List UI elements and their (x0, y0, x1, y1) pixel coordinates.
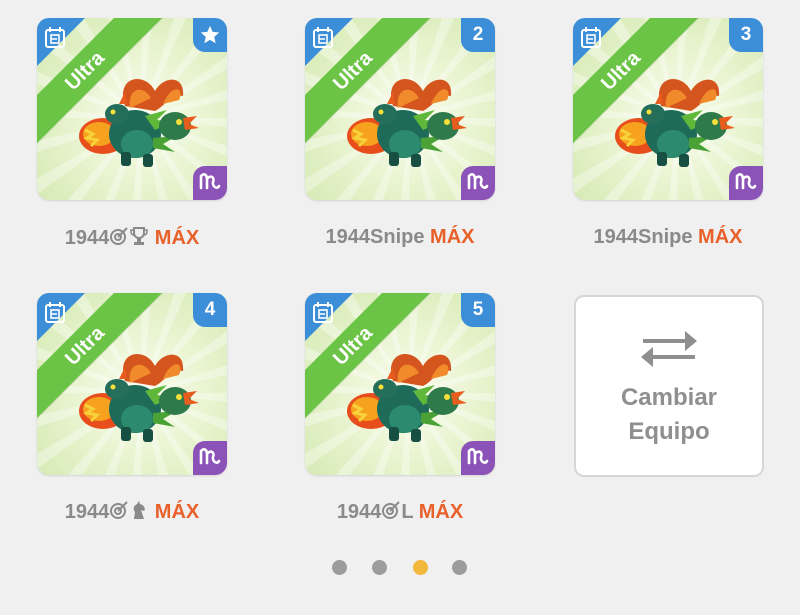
zodiac-badge (193, 166, 227, 200)
calendar-icon (45, 301, 65, 323)
monster-name: 1944 (64, 501, 110, 523)
trophy-icon (130, 227, 149, 245)
target-icon (110, 227, 128, 245)
capricorn-icon (199, 173, 221, 190)
level-max: MÁX (154, 501, 200, 523)
monster-caption: 1944 L MÁX (275, 500, 525, 524)
zodiac-badge (461, 441, 495, 475)
rank-badge: 3 (729, 18, 763, 52)
zodiac-badge (461, 166, 495, 200)
capricorn-icon (467, 173, 489, 190)
monster-card[interactable]: Ultra 5 (305, 293, 495, 475)
monster-name: 1944Snipe (325, 226, 425, 248)
monster-name: 1944Snipe (593, 226, 693, 248)
monster-name: 1944 (336, 501, 382, 523)
calendar-icon (313, 301, 333, 323)
capricorn-icon (467, 448, 489, 465)
page-indicator (0, 560, 800, 576)
monster-caption: 1944Snipe MÁX (543, 226, 793, 249)
horse-icon (133, 501, 146, 519)
page-dot-3-active[interactable] (413, 560, 428, 575)
calendar-icon (313, 26, 333, 48)
page-dot-4[interactable] (452, 560, 467, 575)
level-max: MÁX (430, 226, 475, 248)
monster-card[interactable]: Ultra 4 (37, 293, 227, 475)
capricorn-icon (199, 448, 221, 465)
rank-badge (193, 18, 227, 52)
monster-card[interactable]: Ultra (37, 18, 227, 200)
change-team-button[interactable]: Cambiar Equipo (574, 295, 764, 477)
monster-name-suffix: L (401, 501, 414, 523)
page-dot-2[interactable] (372, 560, 387, 575)
level-max: MÁX (698, 226, 743, 248)
capricorn-icon (735, 173, 757, 190)
star-icon (200, 25, 220, 44)
target-icon (382, 501, 401, 519)
monster-card[interactable]: Ultra 3 (573, 18, 763, 200)
level-max: MÁX (154, 227, 200, 249)
monster-caption: 1944 MÁX (7, 500, 257, 524)
monster-caption: 1944Snipe MÁX (275, 226, 525, 249)
monster-card[interactable]: Ultra 2 (305, 18, 495, 200)
change-team-label: Cambiar Equipo (620, 384, 718, 445)
target-icon (110, 501, 128, 519)
page-dot-1[interactable] (332, 560, 347, 575)
zodiac-badge (193, 441, 227, 475)
rank-badge: 2 (461, 18, 495, 52)
monster-name: 1944 (64, 227, 110, 249)
calendar-icon (581, 26, 601, 48)
rank-badge: 5 (461, 293, 495, 327)
swap-arrows-icon (641, 331, 697, 367)
level-max: MÁX (418, 501, 464, 523)
monster-caption: 1944 MÁX (7, 226, 257, 250)
rank-badge: 4 (193, 293, 227, 327)
calendar-icon (45, 26, 65, 48)
zodiac-badge (729, 166, 763, 200)
